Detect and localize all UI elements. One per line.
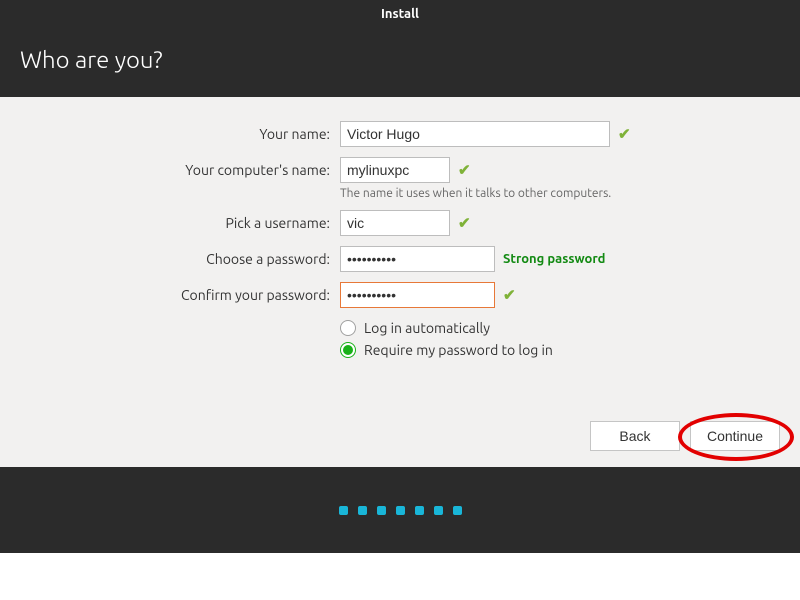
page-heading: Who are you? [20, 46, 780, 73]
radio-icon [340, 342, 356, 358]
checkmark-icon: ✔ [503, 286, 516, 304]
password-label: Choose a password: [20, 251, 330, 267]
checkmark-icon: ✔ [458, 214, 471, 232]
checkmark-icon: ✔ [618, 125, 631, 143]
confirm-label: Confirm your password: [20, 287, 330, 303]
password-strength: Strong password [503, 252, 605, 266]
username-label: Pick a username: [20, 215, 330, 231]
checkmark-icon: ✔ [458, 161, 471, 179]
computer-label: Your computer's name: [20, 162, 330, 178]
name-label: Your name: [20, 126, 330, 142]
back-button[interactable]: Back [590, 421, 680, 451]
radio-auto-login[interactable]: Log in automatically [340, 320, 780, 336]
confirm-password-input[interactable] [340, 282, 495, 308]
heading-bar: Who are you? [0, 28, 800, 97]
button-bar: Back Continue [590, 421, 780, 451]
user-form: Your name: ✔ Your computer's name: ✔ The… [20, 121, 780, 358]
radio-require-password[interactable]: Require my password to log in [340, 342, 780, 358]
radio-icon [340, 320, 356, 336]
window-title: Install [381, 7, 419, 21]
login-options: Log in automatically Require my password… [340, 320, 780, 358]
password-input[interactable] [340, 246, 495, 272]
pager-dot [434, 506, 443, 515]
computer-name-input[interactable] [340, 157, 450, 183]
name-input[interactable] [340, 121, 610, 147]
pager-dot [339, 506, 348, 515]
pager-dot [377, 506, 386, 515]
computer-helper-text: The name it uses when it talks to other … [340, 187, 780, 200]
radio-auto-label: Log in automatically [364, 320, 490, 336]
username-input[interactable] [340, 210, 450, 236]
continue-button[interactable]: Continue [690, 421, 780, 451]
pager-dot [453, 506, 462, 515]
pager-dot [358, 506, 367, 515]
content-area: Your name: ✔ Your computer's name: ✔ The… [0, 97, 800, 467]
pager-dot [396, 506, 405, 515]
progress-footer [0, 467, 800, 553]
pager-dot [415, 506, 424, 515]
window-titlebar: Install [0, 0, 800, 28]
radio-require-label: Require my password to log in [364, 342, 553, 358]
